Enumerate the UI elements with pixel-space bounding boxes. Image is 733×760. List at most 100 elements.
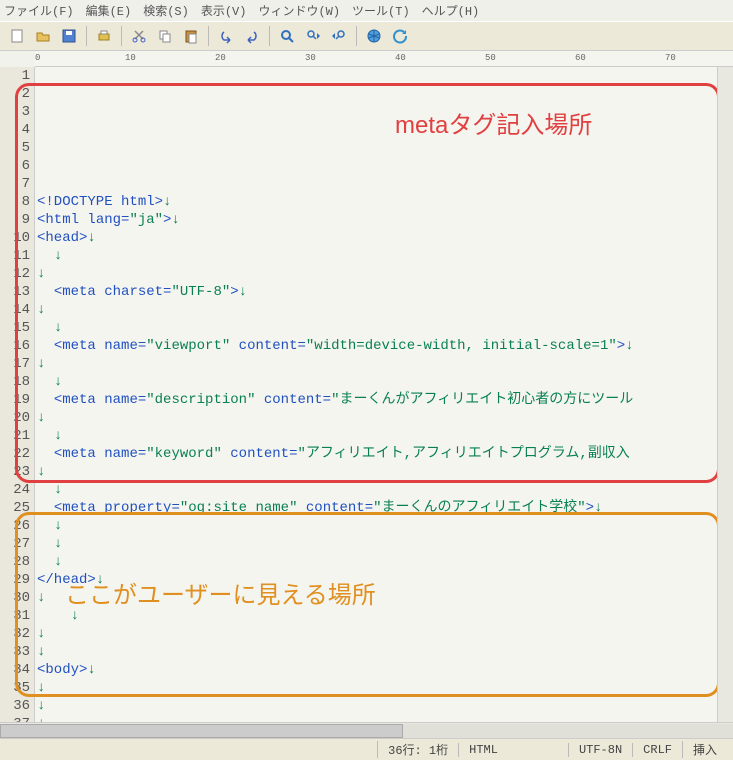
find-prev-button[interactable]: [328, 25, 350, 47]
horizontal-scrollbar[interactable]: [0, 722, 733, 738]
toolbar-separator: [356, 26, 357, 46]
code-line[interactable]: ↓: [37, 481, 733, 499]
editor-area[interactable]: 1234567891011121314151617181920212223242…: [0, 67, 733, 722]
refresh-button[interactable]: [389, 25, 411, 47]
code-line[interactable]: ↓: [37, 409, 733, 427]
menu-window[interactable]: ウィンドウ(W): [258, 2, 340, 19]
code-editor[interactable]: metaタグ記入場所 ここがユーザーに見える場所 <!DOCTYPE html>…: [35, 67, 733, 722]
line-number: 37: [0, 715, 30, 722]
line-number: 23: [0, 463, 30, 481]
line-number: 6: [0, 157, 30, 175]
menu-view[interactable]: 表示(V): [201, 2, 247, 19]
line-number: 26: [0, 517, 30, 535]
code-line[interactable]: ↓: [37, 679, 733, 697]
ruler-tick: 70: [665, 53, 676, 63]
line-number: 27: [0, 535, 30, 553]
line-number: 36: [0, 697, 30, 715]
line-number: 8: [0, 193, 30, 211]
code-line[interactable]: ↓: [37, 607, 733, 625]
menu-help[interactable]: ヘルプ(H): [422, 2, 480, 19]
code-line[interactable]: ↓: [37, 355, 733, 373]
line-number: 10: [0, 229, 30, 247]
toolbar: [0, 21, 733, 51]
line-number: 5: [0, 139, 30, 157]
line-number: 34: [0, 661, 30, 679]
new-file-button[interactable]: [6, 25, 28, 47]
code-line[interactable]: ↓: [37, 247, 733, 265]
code-line[interactable]: ↓: [37, 463, 733, 481]
menu-tool[interactable]: ツール(T): [352, 2, 410, 19]
code-line[interactable]: ↓: [37, 427, 733, 445]
ruler: 0 10 20 30 40 50 60 70: [35, 51, 733, 67]
line-number: 30: [0, 589, 30, 607]
code-line[interactable]: <head>↓: [37, 229, 733, 247]
code-line[interactable]: ↓: [37, 553, 733, 571]
vertical-scrollbar[interactable]: [717, 67, 733, 722]
line-number: 9: [0, 211, 30, 229]
menu-search[interactable]: 検索(S): [143, 2, 189, 19]
ruler-tick: 30: [305, 53, 316, 63]
ruler-tick: 40: [395, 53, 406, 63]
line-number: 3: [0, 103, 30, 121]
line-number: 11: [0, 247, 30, 265]
status-position: 36行: 1桁: [377, 741, 458, 758]
menu-file[interactable]: ファイル(F): [4, 2, 74, 19]
code-line[interactable]: ↓: [37, 319, 733, 337]
print-button[interactable]: [93, 25, 115, 47]
line-number: 14: [0, 301, 30, 319]
open-file-button[interactable]: [32, 25, 54, 47]
code-line[interactable]: <html lang="ja">↓: [37, 211, 733, 229]
line-number: 29: [0, 571, 30, 589]
menu-edit[interactable]: 編集(E): [86, 2, 132, 19]
line-number: 31: [0, 607, 30, 625]
code-line[interactable]: ↓: [37, 715, 733, 722]
line-number: 19: [0, 391, 30, 409]
code-line[interactable]: ↓: [37, 373, 733, 391]
line-number: 18: [0, 373, 30, 391]
cut-button[interactable]: [128, 25, 150, 47]
toolbar-separator: [269, 26, 270, 46]
code-line[interactable]: <body>↓: [37, 661, 733, 679]
code-line[interactable]: <meta property="og:site_name" content="ま…: [37, 499, 733, 517]
code-line[interactable]: ↓: [37, 265, 733, 283]
browser-button[interactable]: [363, 25, 385, 47]
line-number: 32: [0, 625, 30, 643]
toolbar-separator: [86, 26, 87, 46]
line-number: 24: [0, 481, 30, 499]
find-button[interactable]: [276, 25, 298, 47]
line-number: 7: [0, 175, 30, 193]
line-number: 16: [0, 337, 30, 355]
line-number: 2: [0, 85, 30, 103]
undo-button[interactable]: [215, 25, 237, 47]
code-line[interactable]: <!DOCTYPE html>↓: [37, 193, 733, 211]
status-mode: 挿入: [682, 741, 727, 758]
ruler-tick: 20: [215, 53, 226, 63]
code-line[interactable]: <meta name="description" content="まーくんがア…: [37, 391, 733, 409]
code-line[interactable]: ↓: [37, 625, 733, 643]
code-line[interactable]: ↓: [37, 517, 733, 535]
code-line[interactable]: <meta charset="UTF-8">↓: [37, 283, 733, 301]
redo-button[interactable]: [241, 25, 263, 47]
status-eol: CRLF: [632, 743, 682, 757]
code-line[interactable]: ↓: [37, 535, 733, 553]
line-number: 21: [0, 427, 30, 445]
line-number: 25: [0, 499, 30, 517]
find-next-button[interactable]: [302, 25, 324, 47]
ruler-tick: 0: [35, 53, 40, 63]
save-button[interactable]: [58, 25, 80, 47]
ruler-tick: 60: [575, 53, 586, 63]
line-number-gutter: 1234567891011121314151617181920212223242…: [0, 67, 35, 722]
code-line[interactable]: ↓: [37, 643, 733, 661]
line-number: 33: [0, 643, 30, 661]
paste-button[interactable]: [180, 25, 202, 47]
code-line[interactable]: ↓: [37, 301, 733, 319]
scrollbar-thumb[interactable]: [0, 724, 403, 738]
ruler-tick: 10: [125, 53, 136, 63]
line-number: 13: [0, 283, 30, 301]
line-number: 35: [0, 679, 30, 697]
annotation-body-label: ここがユーザーに見える場所: [65, 587, 376, 605]
code-line[interactable]: <meta name="keyword" content="アフィリエイト,アフ…: [37, 445, 733, 463]
copy-button[interactable]: [154, 25, 176, 47]
code-line[interactable]: ↓: [37, 697, 733, 715]
code-line[interactable]: <meta name="viewport" content="width=dev…: [37, 337, 733, 355]
